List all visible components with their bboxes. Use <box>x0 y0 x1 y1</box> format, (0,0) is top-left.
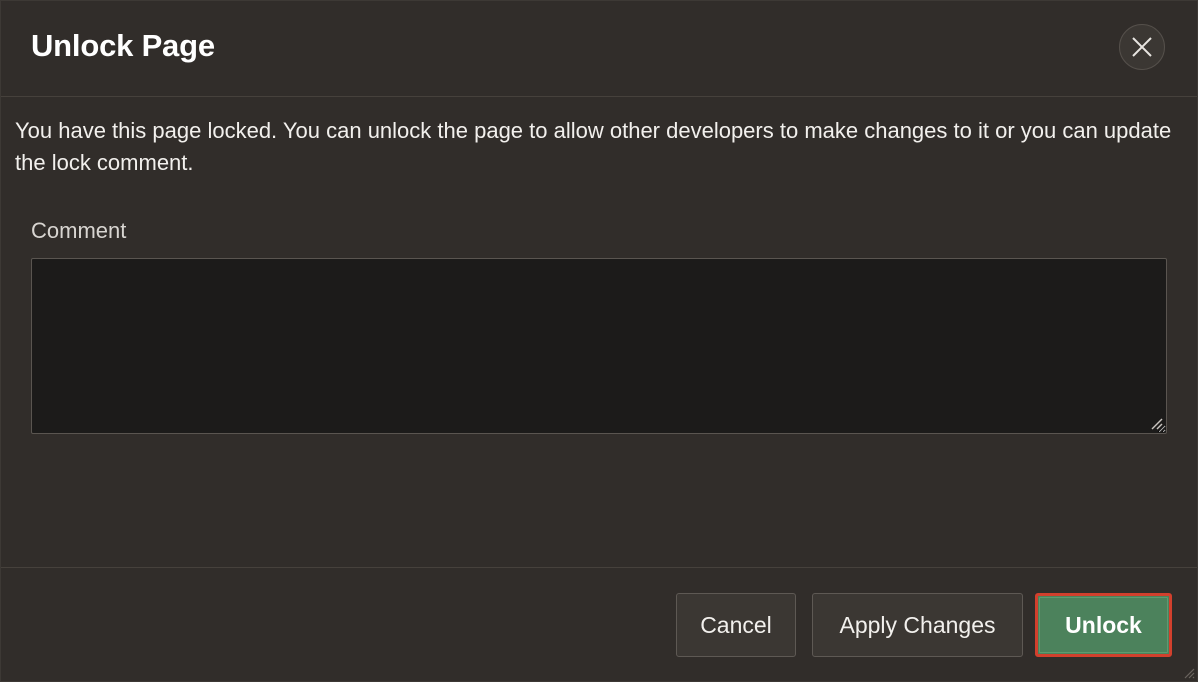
cancel-button[interactable]: Cancel <box>676 593 796 657</box>
dialog-title: Unlock Page <box>31 28 215 63</box>
dialog-footer: Cancel Apply Changes Unlock <box>1 567 1197 682</box>
dialog-body: You have this page locked. You can unloc… <box>1 97 1197 567</box>
unlock-page-dialog: Unlock Page You have this page locked. Y… <box>0 0 1198 682</box>
close-icon <box>1132 37 1152 57</box>
comment-label: Comment <box>31 218 127 243</box>
dialog-header: Unlock Page <box>1 1 1197 97</box>
apply-changes-button[interactable]: Apply Changes <box>812 593 1023 657</box>
lock-message: You have this page locked. You can unloc… <box>15 118 1172 175</box>
unlock-button[interactable]: Unlock <box>1035 593 1172 657</box>
unlock-button-label: Unlock <box>1065 611 1142 638</box>
close-button[interactable] <box>1119 24 1165 70</box>
comment-textarea[interactable] <box>31 258 1167 434</box>
